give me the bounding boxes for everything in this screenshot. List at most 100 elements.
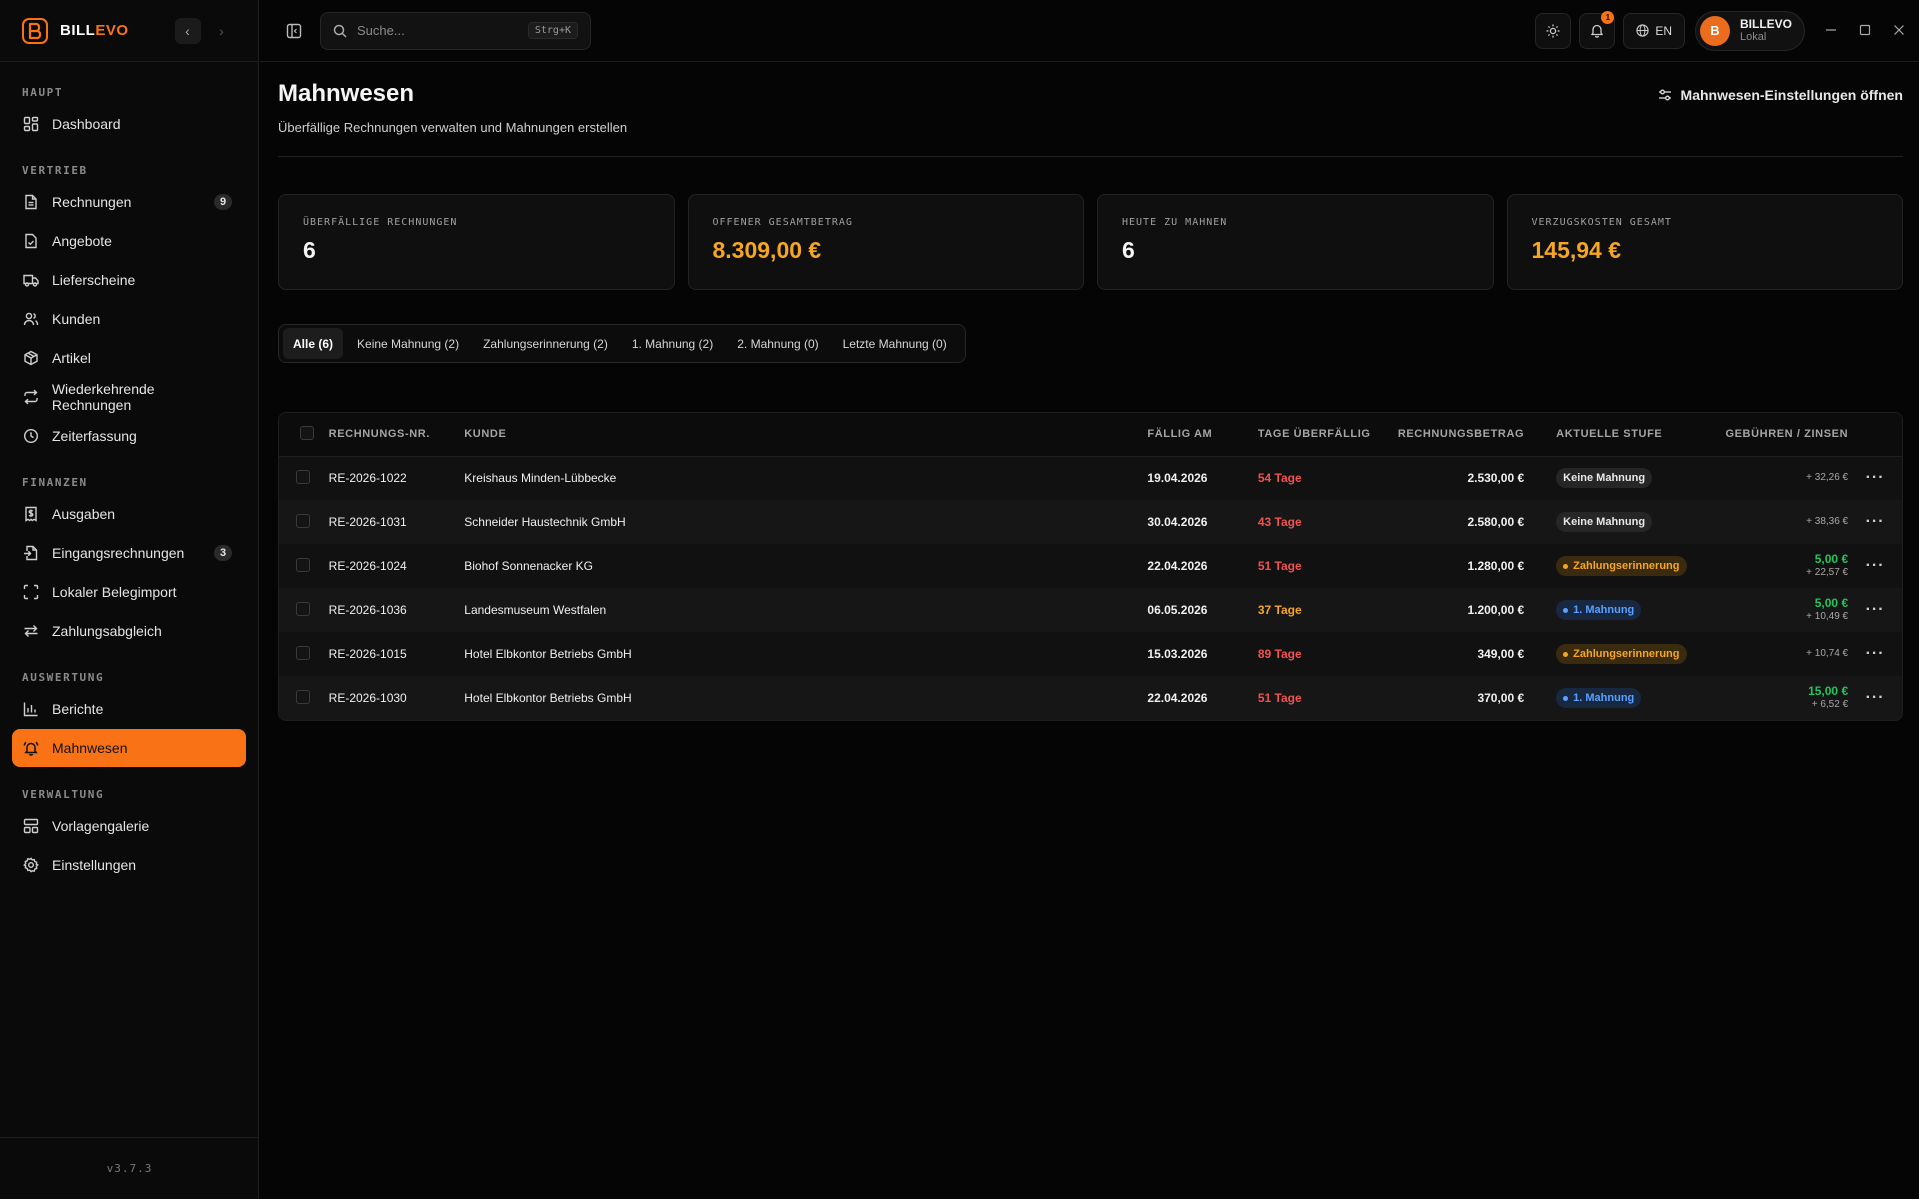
sidebar-item-dashboard[interactable]: Dashboard xyxy=(12,105,246,143)
invoice-number[interactable]: RE-2026-1036 xyxy=(328,588,465,632)
days-overdue: 37 Tage xyxy=(1249,588,1383,632)
sidebar-item-zeiterfassung[interactable]: Zeiterfassung xyxy=(12,417,246,455)
table-row[interactable]: RE-2026-1031 Schneider Haustechnik GmbH … xyxy=(279,500,1902,544)
stat-label: HEUTE ZU MAHNEN xyxy=(1122,217,1228,228)
row-checkbox[interactable] xyxy=(296,513,310,528)
sidebar-item-einstellungen[interactable]: Einstellungen xyxy=(12,846,246,884)
column-header[interactable]: RECHNUNGSBETRAG xyxy=(1382,413,1525,457)
stat-label: OFFENER GESAMTBETRAG xyxy=(712,217,853,228)
column-header[interactable]: GEBÜHREN / ZINSEN xyxy=(1698,413,1849,457)
sliders-icon xyxy=(1658,89,1671,101)
sidebar-item-vorlagengalerie[interactable]: Vorlagengalerie xyxy=(12,807,246,845)
close-window-icon[interactable] xyxy=(1893,23,1905,39)
user-menu[interactable]: B BILLEVO Lokal xyxy=(1694,10,1805,51)
table-row[interactable]: RE-2026-1024 Biohof Sonnenacker KG 22.04… xyxy=(279,544,1902,588)
tab-payment-reminder[interactable]: Zahlungserinnerung (2) xyxy=(473,328,618,359)
invoice-number[interactable]: RE-2026-1031 xyxy=(328,500,465,544)
notifications-button[interactable]: 1 xyxy=(1579,10,1616,49)
minimize-window-icon[interactable] xyxy=(1825,23,1837,39)
days-overdue: 51 Tage xyxy=(1249,676,1383,720)
table-row[interactable]: RE-2026-1015 Hotel Elbkontor Betriebs Gm… xyxy=(279,632,1902,676)
sidebar-item-ausgaben[interactable]: Ausgaben xyxy=(12,495,246,533)
sidebar-item-lokaler-belegimport[interactable]: Lokaler Belegimport xyxy=(12,573,246,611)
billevo-logo-icon xyxy=(20,16,50,46)
tab-first-dunning[interactable]: 1. Mahnung (2) xyxy=(622,328,723,359)
back-button[interactable]: ‹ xyxy=(174,17,201,44)
table-row[interactable]: RE-2026-1022 Kreishaus Minden-Lübbecke 1… xyxy=(279,456,1902,500)
file-text-icon xyxy=(22,193,40,211)
invoice-number[interactable]: RE-2026-1024 xyxy=(328,544,465,588)
column-header[interactable]: FÄLLIG AM xyxy=(1147,413,1250,457)
invoice-amount: 370,00 € xyxy=(1382,676,1525,720)
row-checkbox[interactable] xyxy=(296,469,310,484)
main-content: Mahnwesen Überfällige Rechnungen verwalt… xyxy=(260,62,1919,1199)
maximize-window-icon[interactable] xyxy=(1859,23,1871,39)
sidebar-item-rechnungen[interactable]: Rechnungen 9 xyxy=(12,183,246,221)
sidebar-item-mahnwesen[interactable]: Mahnwesen xyxy=(12,729,246,767)
sidebar-item-kunden[interactable]: Kunden xyxy=(12,300,246,338)
fees-interest: 5,00 € + 22,57 € xyxy=(1698,552,1848,580)
page-subtitle: Überfällige Rechnungen verwalten und Mah… xyxy=(278,120,628,135)
invoice-number[interactable]: RE-2026-1030 xyxy=(328,676,465,720)
interest-amount: + 10,49 € xyxy=(1806,611,1849,623)
column-header[interactable]: TAGE ÜBERFÄLLIG xyxy=(1249,413,1383,457)
sidebar-item-zahlungsabgleich[interactable]: Zahlungsabgleich xyxy=(12,612,246,650)
status-dot-icon xyxy=(1563,651,1569,657)
forward-button[interactable]: › xyxy=(209,18,235,44)
dunning-table: RECHNUNGS-NR. KUNDE FÄLLIG AM TAGE ÜBERF… xyxy=(278,412,1903,721)
interest-amount: + 32,26 € xyxy=(1806,472,1849,483)
days-overdue: 51 Tage xyxy=(1249,544,1383,588)
status-badge: Keine Mahnung xyxy=(1556,468,1653,489)
sidebar-item-artikel[interactable]: Artikel xyxy=(12,339,246,377)
stat-label: ÜBERFÄLLIGE RECHNUNGEN xyxy=(303,217,458,228)
table-row[interactable]: RE-2026-1036 Landesmuseum Westfalen 06.0… xyxy=(279,588,1902,632)
sidebar-item-wiederkehrende-rechnungen[interactable]: Wiederkehrende Rechnungen xyxy=(12,378,246,416)
sidebar-item-label: Kunden xyxy=(52,311,101,327)
search-input[interactable] xyxy=(357,23,507,38)
row-checkbox[interactable] xyxy=(296,645,310,660)
sidebar-item-label: Lieferscheine xyxy=(52,272,136,288)
sidebar-item-lieferscheine[interactable]: Lieferscheine xyxy=(12,261,246,299)
column-header[interactable]: KUNDE xyxy=(464,413,1148,457)
status-label: Keine Mahnung xyxy=(1563,516,1646,528)
truck-icon xyxy=(22,271,40,289)
language-button[interactable]: EN xyxy=(1623,12,1685,49)
row-checkbox[interactable] xyxy=(296,689,310,704)
clock-icon xyxy=(22,427,40,445)
tab-all[interactable]: Alle (6) xyxy=(283,328,344,359)
dashboard-icon xyxy=(22,115,40,133)
customer-name: Hotel Elbkontor Betriebs GmbH xyxy=(464,632,1148,676)
dunning-settings-button[interactable]: Mahnwesen-Einstellungen öffnen xyxy=(1658,87,1903,103)
sidebar-item-label: Rechnungen xyxy=(52,194,132,210)
sidebar-toggle-button[interactable] xyxy=(282,19,306,43)
sidebar-item-berichte[interactable]: Berichte xyxy=(12,690,246,728)
table-row[interactable]: RE-2026-1030 Hotel Elbkontor Betriebs Gm… xyxy=(279,676,1902,720)
sidebar-item-eingangsrechnungen[interactable]: Eingangsrechnungen 3 xyxy=(12,534,246,572)
invoice-number[interactable]: RE-2026-1022 xyxy=(328,456,465,500)
row-actions-button[interactable]: ··· xyxy=(1866,557,1885,574)
days-overdue: 54 Tage xyxy=(1249,456,1383,500)
sidebar-item-angebote[interactable]: Angebote xyxy=(12,222,246,260)
row-actions-button[interactable]: ··· xyxy=(1866,469,1885,486)
tab-second-dunning[interactable]: 2. Mahnung (0) xyxy=(727,328,828,359)
sidebar-item-label: Mahnwesen xyxy=(52,740,128,756)
tab-final-dunning[interactable]: Letzte Mahnung (0) xyxy=(833,328,957,359)
days-overdue: 89 Tage xyxy=(1249,632,1383,676)
sidebar-section-title: FINANZEN xyxy=(22,476,88,489)
theme-toggle-button[interactable] xyxy=(1535,12,1572,49)
column-header[interactable]: RECHNUNGS-NR. xyxy=(328,413,465,457)
row-actions-button[interactable]: ··· xyxy=(1866,601,1885,618)
dunning-fee: 5,00 € xyxy=(1814,552,1849,567)
row-actions-button[interactable]: ··· xyxy=(1866,513,1885,530)
column-header[interactable]: AKTUELLE STUFE xyxy=(1524,413,1699,457)
dunning-fee: 5,00 € xyxy=(1814,596,1849,611)
select-all-checkbox[interactable] xyxy=(300,425,314,440)
row-checkbox[interactable] xyxy=(296,601,310,616)
row-actions-button[interactable]: ··· xyxy=(1866,689,1885,706)
invoice-number[interactable]: RE-2026-1015 xyxy=(328,632,465,676)
customer-name: Biohof Sonnenacker KG xyxy=(464,544,1148,588)
search-box[interactable]: Strg+K xyxy=(320,11,591,50)
row-actions-button[interactable]: ··· xyxy=(1866,645,1885,662)
tab-no-dunning[interactable]: Keine Mahnung (2) xyxy=(347,328,469,359)
row-checkbox[interactable] xyxy=(296,557,310,572)
